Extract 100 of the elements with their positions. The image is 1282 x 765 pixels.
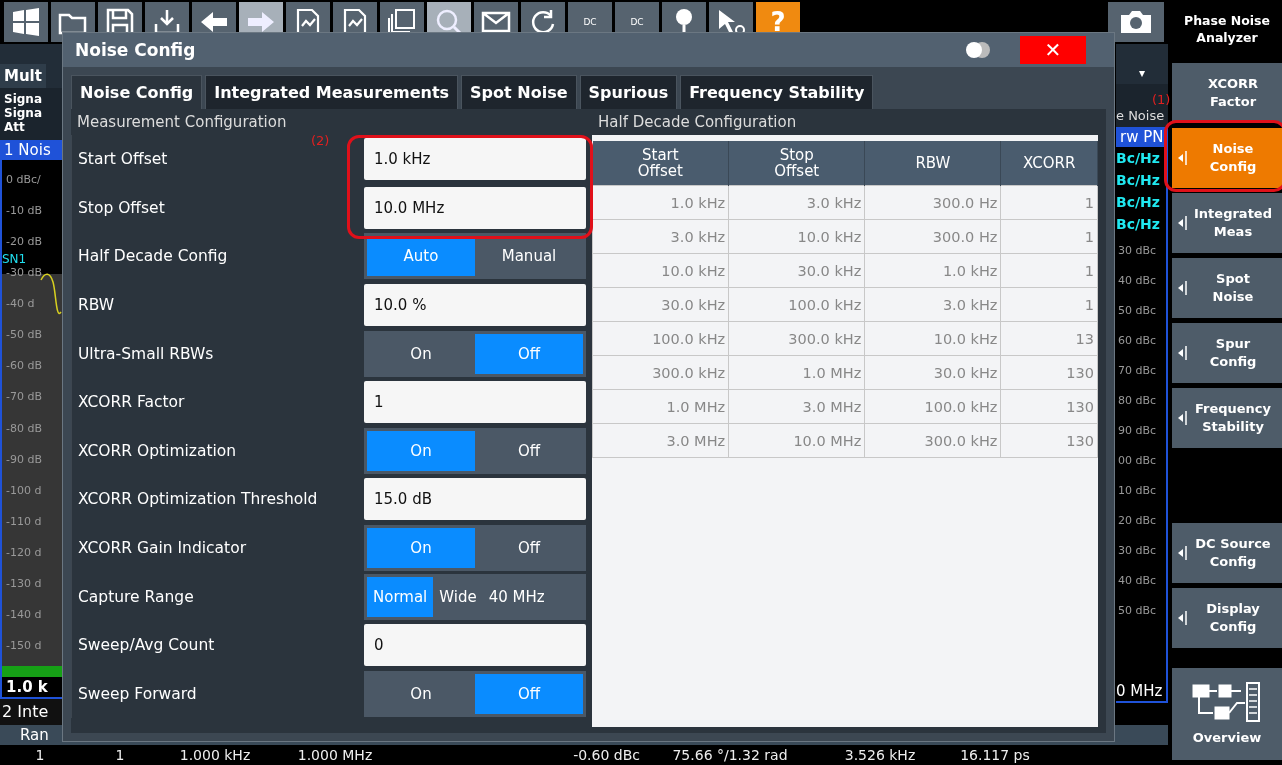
softkey-button[interactable]: DC Source Config	[1172, 523, 1282, 583]
column-header: Stop Offset	[728, 141, 865, 186]
input-field[interactable]: 10.0 MHz	[364, 186, 586, 229]
table-cell: 300.0 Hz	[864, 219, 1001, 254]
table-cell: 10.0 kHz	[864, 321, 1001, 356]
axis-label: 70 dBc	[1118, 363, 1158, 377]
axis-label: -90 dB	[6, 452, 43, 466]
input-field[interactable]: 1.0 kHz	[364, 138, 586, 181]
softkey-button[interactable]: Spur Config	[1172, 323, 1282, 383]
expand-left-icon	[1178, 280, 1188, 296]
table-cell: 3.0 kHz	[728, 185, 865, 220]
table-cell-text: -0.60 dBc	[572, 746, 640, 765]
table-cell-text: 3.526 kHz	[843, 746, 917, 765]
marker-label: SN1	[2, 252, 27, 266]
toggle-option[interactable]: Wide	[433, 576, 483, 617]
axis-label: 60 dBc	[1118, 333, 1158, 347]
field-label: XCORR Gain Indicator	[77, 539, 248, 558]
view-tab[interactable]: Mult	[0, 64, 46, 88]
column-header: XCORR	[1000, 141, 1098, 186]
axis-label: 0 MHz	[1116, 681, 1168, 704]
table-cell: 30.0 kHz	[864, 355, 1001, 390]
reading-label: Bc/Hz	[1116, 215, 1161, 235]
section-title: 2 Inte	[0, 699, 62, 725]
axis-label: -70 dB	[6, 390, 43, 404]
toggle-option[interactable]: Manual	[475, 236, 583, 277]
expand-left-icon	[1178, 410, 1188, 426]
axis-label: -10 dB	[6, 204, 43, 218]
axis-label: -20 dB	[6, 235, 43, 249]
axis-label: -130 d	[6, 576, 43, 590]
axis-label: 30 dBc	[1118, 243, 1158, 257]
column-header: Ran	[19, 726, 49, 744]
axis-label: 50 dBc	[1118, 603, 1158, 617]
info-label: Signa	[4, 92, 43, 106]
table-cell-text: 1	[114, 746, 126, 765]
axis-label: 50 dBc	[1118, 303, 1158, 317]
axis-label: 20 dBc	[1118, 513, 1158, 527]
table-cell: 3.0 kHz	[592, 219, 729, 254]
axis-label: -140 d	[6, 607, 43, 621]
table-cell: 3.0 kHz	[864, 287, 1001, 322]
softkey-button[interactable]: Display Config	[1172, 588, 1282, 648]
table-cell: 10.0 kHz	[728, 219, 865, 254]
table-cell: 130	[1000, 423, 1098, 458]
tab[interactable]: Frequency Stability	[680, 75, 874, 109]
table-cell: 300.0 kHz	[864, 423, 1001, 458]
table-cell: 10.0 MHz	[728, 423, 865, 458]
table-cell: 1.0 MHz	[728, 355, 865, 390]
field-label: Start Offset	[77, 150, 169, 169]
expand-left-icon	[1178, 545, 1188, 561]
input-field[interactable]: 1	[364, 381, 586, 424]
table-cell: 13	[1000, 321, 1098, 356]
toggle-option[interactable]: Off	[475, 528, 583, 569]
softkey-button[interactable]: Overview	[1172, 668, 1282, 760]
window-title: 1 Nois	[0, 140, 62, 160]
table-cell-text: 75.66 °/1.32 rad	[671, 746, 789, 765]
field-label: Sweep Forward	[77, 684, 198, 703]
table-cell: 1	[1000, 185, 1098, 220]
softkey-button[interactable]: Frequency Stability	[1172, 388, 1282, 448]
toggle-option[interactable]: 40 MHz	[482, 576, 551, 617]
toolbar-button[interactable]	[4, 2, 48, 42]
tab[interactable]: Spurious	[579, 75, 678, 109]
toggle-option[interactable]: On	[367, 673, 475, 714]
annotation-label: (1)	[1152, 92, 1171, 107]
input-field[interactable]: 10.0 %	[364, 284, 586, 327]
axis-label: -30 dB	[6, 266, 43, 280]
tab[interactable]: Noise Config	[71, 75, 203, 109]
table-cell-text: 1.000 kHz	[178, 746, 252, 765]
expand-left-icon	[1178, 610, 1188, 626]
softkey-button[interactable]: Integrated Meas	[1172, 193, 1282, 253]
tab[interactable]: Spot Noise	[461, 75, 577, 109]
field-label: RBW	[77, 296, 116, 315]
table-cell: 30.0 kHz	[592, 287, 729, 322]
table-cell-text: 1	[34, 746, 46, 765]
field-label: Stop Offset	[77, 198, 166, 217]
axis-label: -80 dB	[6, 421, 43, 435]
field-label: Capture Range	[77, 587, 195, 606]
axis-label: -110 d	[6, 514, 43, 528]
table-cell: 130	[1000, 355, 1098, 390]
softkey-button[interactable]: XCORR Factor	[1172, 63, 1282, 123]
table-cell: 1.0 MHz	[592, 389, 729, 424]
close-button[interactable]: ✕	[1020, 36, 1086, 64]
expand-left-icon	[1178, 150, 1188, 166]
softkey-button[interactable]: Spot Noise	[1172, 258, 1282, 318]
section-title: Measurement Configuration	[76, 113, 288, 133]
dropdown-arrow[interactable]: ▾	[1139, 65, 1145, 80]
camera-button[interactable]	[1108, 2, 1164, 42]
table-cell: 1.0 kHz	[864, 253, 1001, 288]
transparency-toggle-icon[interactable]	[964, 41, 992, 59]
axis-label: 0 dBc/	[6, 173, 42, 187]
tab[interactable]: Integrated Measurements	[205, 75, 459, 109]
expand-left-icon	[1178, 215, 1188, 231]
table-cell: 100.0 kHz	[728, 287, 865, 322]
input-field[interactable]: 15.0 dB	[364, 478, 586, 521]
axis-label: 40 dBc	[1118, 273, 1158, 287]
axis-label: -40 d	[6, 297, 36, 311]
toggle-option[interactable]: Off	[475, 430, 583, 471]
flow-diagram-icon	[1191, 681, 1263, 723]
input-field[interactable]: 0	[364, 624, 586, 667]
annotation-label: (2)	[311, 133, 330, 148]
reading-label: Bc/Hz	[1116, 171, 1161, 191]
toggle-option[interactable]: On	[367, 333, 475, 374]
